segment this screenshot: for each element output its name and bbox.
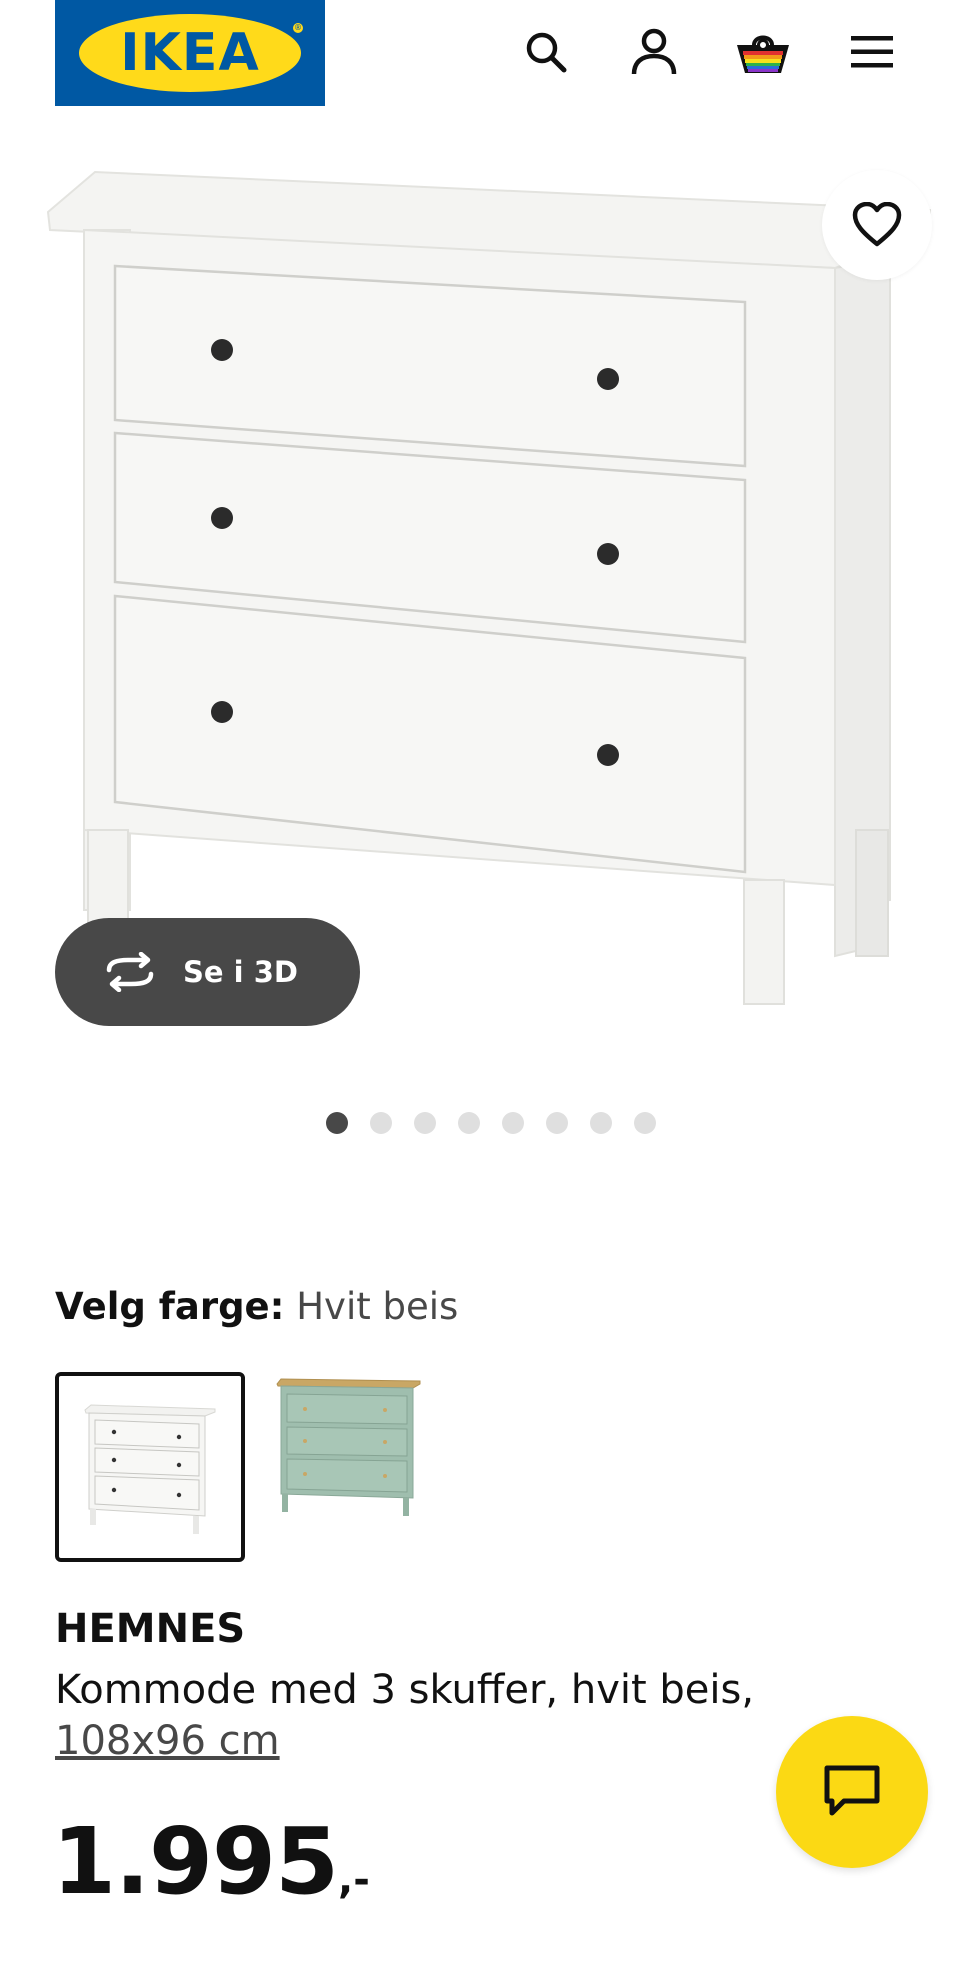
color-value: Hvit beis <box>296 1285 459 1328</box>
price-suffix: ,- <box>338 1857 370 1903</box>
pagination-dot[interactable] <box>590 1112 612 1134</box>
registered-mark: ® <box>292 22 304 34</box>
pagination-dot[interactable] <box>546 1112 568 1134</box>
pagination-dot[interactable] <box>326 1112 348 1134</box>
product-name: HEMNES <box>55 1606 246 1652</box>
heart-icon <box>852 202 902 247</box>
pagination-dot[interactable] <box>634 1112 656 1134</box>
favorite-button[interactable] <box>822 170 932 280</box>
view-in-3d-label: Se i 3D <box>183 955 298 989</box>
product-price: 1.995,- <box>52 1808 370 1915</box>
view-in-3d-button[interactable]: Se i 3D <box>55 918 360 1026</box>
swatch-green[interactable] <box>275 1372 465 1562</box>
site-header: IKEA ® <box>0 0 960 108</box>
pagination-dot[interactable] <box>414 1112 436 1134</box>
product-size-link[interactable]: 108x96 cm <box>55 1718 280 1764</box>
search-icon[interactable] <box>516 22 576 82</box>
pagination-dot[interactable] <box>458 1112 480 1134</box>
logo-text: IKEA <box>120 23 260 83</box>
color-label: Velg farge: <box>55 1285 285 1328</box>
shopping-bag-icon[interactable] <box>733 22 793 82</box>
color-selection-text: Velg farge: Hvit beis <box>55 1285 458 1328</box>
menu-icon[interactable] <box>842 22 902 82</box>
chat-icon <box>824 1765 880 1816</box>
pagination-dot[interactable] <box>370 1112 392 1134</box>
product-image[interactable] <box>0 150 960 1030</box>
pagination-dot[interactable] <box>502 1112 524 1134</box>
ikea-logo[interactable]: IKEA ® <box>55 0 325 106</box>
rotate-3d-icon <box>106 952 154 992</box>
product-description: Kommode med 3 skuffer, hvit beis, <box>55 1667 755 1713</box>
swatch-white-beige[interactable] <box>55 1372 245 1562</box>
price-integer: 1.995 <box>52 1808 339 1915</box>
gallery-pagination <box>326 1112 678 1134</box>
chat-button[interactable] <box>776 1716 928 1868</box>
user-icon[interactable] <box>624 22 684 82</box>
